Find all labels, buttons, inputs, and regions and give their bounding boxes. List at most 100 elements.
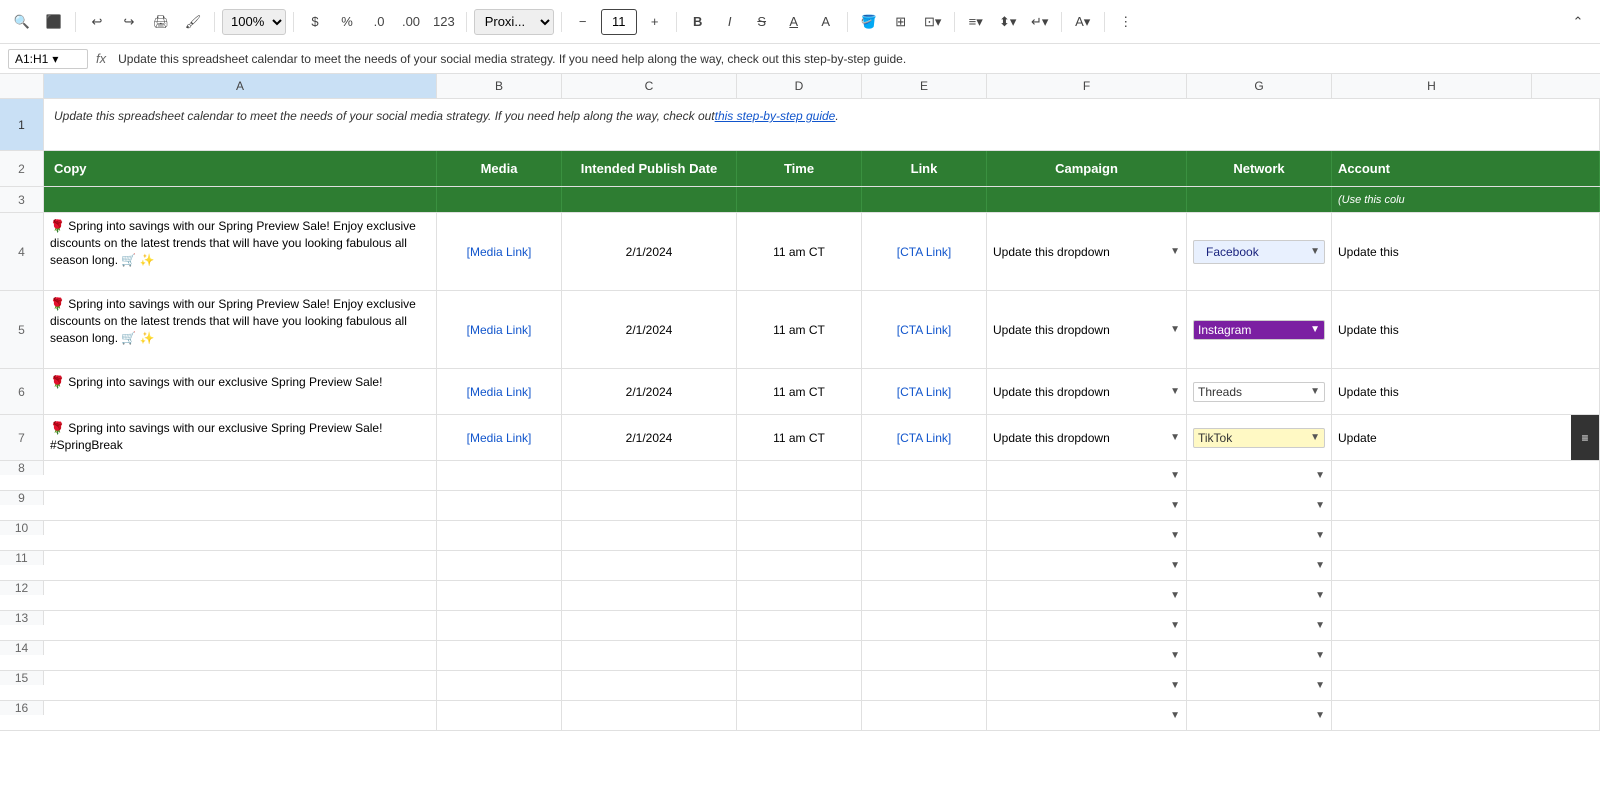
row12-col-b[interactable] xyxy=(437,581,562,610)
row7-copy[interactable]: 🌹 Spring into savings with our exclusive… xyxy=(44,415,437,460)
row12-account[interactable] xyxy=(1332,581,1600,610)
row8-account[interactable] xyxy=(1332,461,1600,490)
col-header-d[interactable]: D xyxy=(737,74,862,98)
row8-col-e[interactable] xyxy=(862,461,987,490)
row11-campaign[interactable]: ▼ xyxy=(987,551,1187,580)
row6-time[interactable]: 11 am CT xyxy=(737,369,862,414)
decimal-decrease-button[interactable]: .0 xyxy=(365,8,393,36)
row13-network[interactable]: ▼ xyxy=(1187,611,1332,640)
row8-col-a[interactable] xyxy=(44,461,437,490)
row10-network[interactable]: ▼ xyxy=(1187,521,1332,550)
row11-network[interactable]: ▼ xyxy=(1187,551,1332,580)
campaign-dd-9[interactable]: ▼ xyxy=(1170,500,1180,511)
row9-col-a[interactable] xyxy=(44,491,437,520)
row5-date[interactable]: 2/1/2024 xyxy=(562,291,737,368)
network-dd-10[interactable]: ▼ xyxy=(1315,530,1325,541)
network-dropdown-arrow-6[interactable]: ▼ xyxy=(1310,386,1320,397)
campaign-dd-10[interactable]: ▼ xyxy=(1170,530,1180,541)
row16-col-d[interactable] xyxy=(737,701,862,730)
row7-network[interactable]: TikTok ▼ xyxy=(1187,415,1332,460)
row14-campaign[interactable]: ▼ xyxy=(987,641,1187,670)
row5-media[interactable]: [Media Link] xyxy=(437,291,562,368)
row11-col-c[interactable] xyxy=(562,551,737,580)
underline-button[interactable]: A xyxy=(780,8,808,36)
row7-date[interactable]: 2/1/2024 xyxy=(562,415,737,460)
row14-col-c[interactable] xyxy=(562,641,737,670)
decimal-increase-button[interactable]: .00 xyxy=(397,8,425,36)
intro-cell[interactable]: Update this spreadsheet calendar to meet… xyxy=(44,99,1600,150)
cell-reference[interactable]: A1:H1 ▾ xyxy=(8,49,88,69)
col-header-h[interactable]: H xyxy=(1332,74,1532,98)
network-dropdown-arrow[interactable]: ▼ xyxy=(1310,246,1320,257)
row16-network[interactable]: ▼ xyxy=(1187,701,1332,730)
text-color-button[interactable]: A xyxy=(812,8,840,36)
network-dropdown-arrow-7[interactable]: ▼ xyxy=(1310,432,1320,443)
row14-col-e[interactable] xyxy=(862,641,987,670)
row13-account[interactable] xyxy=(1332,611,1600,640)
row11-col-a[interactable] xyxy=(44,551,437,580)
row16-campaign[interactable]: ▼ xyxy=(987,701,1187,730)
campaign-dropdown-arrow[interactable]: ▼ xyxy=(1170,246,1180,257)
currency-button[interactable]: $ xyxy=(301,8,329,36)
col-header-a[interactable]: A xyxy=(44,74,437,98)
redo-button[interactable]: ↪ xyxy=(115,8,143,36)
italic-button[interactable]: I xyxy=(716,8,744,36)
campaign-dd-16[interactable]: ▼ xyxy=(1170,710,1180,721)
row12-col-d[interactable] xyxy=(737,581,862,610)
row10-col-b[interactable] xyxy=(437,521,562,550)
row10-col-a[interactable] xyxy=(44,521,437,550)
row9-network[interactable]: ▼ xyxy=(1187,491,1332,520)
text-rotation-button[interactable]: A▾ xyxy=(1069,8,1097,36)
row6-link[interactable]: [CTA Link] xyxy=(862,369,987,414)
percent-button[interactable]: % xyxy=(333,8,361,36)
campaign-dd-15[interactable]: ▼ xyxy=(1170,680,1180,691)
row5-link[interactable]: [CTA Link] xyxy=(862,291,987,368)
row16-col-a[interactable] xyxy=(44,701,437,730)
row8-col-b[interactable] xyxy=(437,461,562,490)
row4-link[interactable]: [CTA Link] xyxy=(862,213,987,290)
row5-campaign[interactable]: Update this dropdown ▼ xyxy=(987,291,1187,368)
row7-link[interactable]: [CTA Link] xyxy=(862,415,987,460)
campaign-dd-12[interactable]: ▼ xyxy=(1170,590,1180,601)
font-size-input[interactable] xyxy=(601,9,637,35)
row10-campaign[interactable]: ▼ xyxy=(987,521,1187,550)
network-dd-15[interactable]: ▼ xyxy=(1315,680,1325,691)
row8-campaign[interactable]: ▼ xyxy=(987,461,1187,490)
borders-button[interactable]: ⊞ xyxy=(887,8,915,36)
row10-col-e[interactable] xyxy=(862,521,987,550)
row10-account[interactable] xyxy=(1332,521,1600,550)
row7-time[interactable]: 11 am CT xyxy=(737,415,862,460)
row4-account[interactable]: Update this xyxy=(1332,213,1600,290)
paint-format2-button[interactable]: 🖌 xyxy=(179,8,207,36)
row6-date[interactable]: 2/1/2024 xyxy=(562,369,737,414)
row14-network[interactable]: ▼ xyxy=(1187,641,1332,670)
row15-col-d[interactable] xyxy=(737,671,862,700)
row12-campaign[interactable]: ▼ xyxy=(987,581,1187,610)
row15-col-a[interactable] xyxy=(44,671,437,700)
row9-col-d[interactable] xyxy=(737,491,862,520)
network-dd-13[interactable]: ▼ xyxy=(1315,620,1325,631)
row13-col-a[interactable] xyxy=(44,611,437,640)
row14-col-d[interactable] xyxy=(737,641,862,670)
row12-col-e[interactable] xyxy=(862,581,987,610)
row13-col-d[interactable] xyxy=(737,611,862,640)
row14-col-a[interactable] xyxy=(44,641,437,670)
row11-col-d[interactable] xyxy=(737,551,862,580)
row12-col-a[interactable] xyxy=(44,581,437,610)
row16-account[interactable] xyxy=(1332,701,1600,730)
row15-account[interactable] xyxy=(1332,671,1600,700)
row13-campaign[interactable]: ▼ xyxy=(987,611,1187,640)
row6-account[interactable]: Update this xyxy=(1332,369,1600,414)
scroll-handle[interactable]: ≡ xyxy=(1571,415,1599,460)
text-wrap-button[interactable]: ↵▾ xyxy=(1026,8,1054,36)
row4-copy[interactable]: 🌹 Spring into savings with our Spring Pr… xyxy=(44,213,437,290)
font-select[interactable]: Proxi... xyxy=(474,9,554,35)
campaign-dropdown-arrow-6[interactable]: ▼ xyxy=(1170,386,1180,397)
align-button[interactable]: ≡▾ xyxy=(962,8,990,36)
row11-col-b[interactable] xyxy=(437,551,562,580)
row16-col-e[interactable] xyxy=(862,701,987,730)
network-dd-11[interactable]: ▼ xyxy=(1315,560,1325,571)
collapse-button[interactable]: ⌃ xyxy=(1564,8,1592,36)
row15-col-e[interactable] xyxy=(862,671,987,700)
row14-col-b[interactable] xyxy=(437,641,562,670)
